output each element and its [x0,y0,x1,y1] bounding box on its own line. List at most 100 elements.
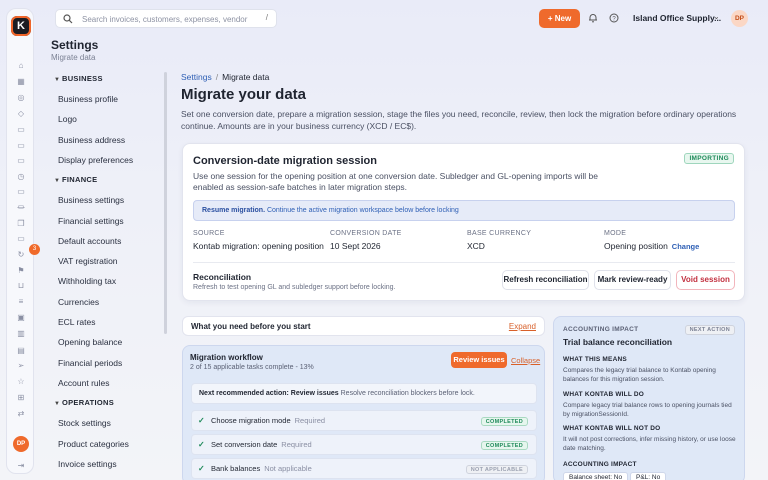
search-bar[interactable]: / [55,9,277,28]
mark-review-ready-button[interactable]: Mark review-ready [594,270,671,290]
means-text: Compares the legacy trial balance to Kon… [563,367,716,383]
breadcrumb: Settings / Migrate data [181,72,270,82]
nav-scrollbar[interactable] [164,72,167,334]
refresh-reconciliation-button[interactable]: Refresh reconciliation [502,270,589,290]
nav-section-label: OPERATIONS [62,398,115,408]
review-issues-button[interactable]: Review issues [451,352,507,368]
document-icon[interactable]: ▭ [16,141,26,151]
home-icon[interactable]: ⌂ [16,61,26,71]
logout-icon[interactable]: ⇥ [16,461,26,471]
document-icon[interactable]: ▭ [16,187,26,197]
task-row[interactable]: ✓ Set conversion date Required COMPLETED [191,434,537,455]
next-action-text: Resolve reconciliation blockers before l… [340,390,475,397]
task-name: Bank balances Not applicable [211,464,312,473]
change-mode-link[interactable]: Change [672,242,700,251]
nav-section-operations[interactable]: ▼ OPERATIONS [54,398,114,407]
list-icon[interactable]: ≡ [16,297,26,307]
settings-title: Settings [51,38,99,52]
breadcrumb-current: Migrate data [222,72,270,82]
task-requirement: Required [281,440,312,449]
flag-icon[interactable]: ⚑ [16,266,26,276]
resume-banner[interactable]: Resume migration. Continue the active mi… [193,200,735,221]
document-icon[interactable]: ▭ [16,156,26,166]
nav-item-financial-settings[interactable]: Financial settings [58,216,124,226]
nav-section-finance[interactable]: ▼ FINANCE [54,175,97,184]
next-action-banner[interactable]: Next recommended action: Review issues R… [191,383,537,404]
search-input[interactable] [82,12,262,26]
copy-icon[interactable]: ❐ [16,219,26,229]
clock-icon[interactable]: ◷ [16,172,26,182]
nav-item-default-accounts[interactable]: Default accounts [58,236,121,246]
task-row[interactable]: ✓ Bank balances Not applicable NOT APPLICAB… [191,458,537,479]
chevron-down-icon: ▼ [54,401,61,408]
impact-label: ACCOUNTING IMPACT [563,326,639,333]
document-icon[interactable]: ▭ [16,234,26,244]
new-button[interactable]: + New [539,9,580,28]
org-switcher[interactable]: Island Office Supply... [633,13,721,23]
help-icon[interactable]: ? [609,13,619,23]
nav-item-financial-periods[interactable]: Financial periods [58,358,122,368]
page-title: Migrate your data [181,86,307,103]
void-session-button[interactable]: Void session [676,270,735,290]
cube-icon[interactable]: ◇ [16,109,26,119]
rail-avatar[interactable]: DP [13,436,29,452]
send-icon[interactable]: ➢ [16,361,26,371]
grid-icon[interactable]: ⊞ [16,393,26,403]
nav-item-display-preferences[interactable]: Display preferences [58,155,133,165]
bell-icon[interactable] [588,13,598,23]
nav-item-ecl-rates[interactable]: ECL rates [58,317,95,327]
will-heading: WHAT KONTAB WILL DO [563,391,645,398]
task-name: Choose migration mode Required [211,416,326,425]
nav-item-opening-balance[interactable]: Opening balance [58,337,122,347]
check-icon: ✓ [198,464,205,473]
document-icon[interactable]: ▭ [16,125,26,135]
task-status-badge: COMPLETED [480,441,528,450]
prerequisites-panel: What you need before you start Expand [182,316,545,336]
chevron-down-icon[interactable]: ⌄ [713,12,720,21]
impact-title: Trial balance reconciliation [563,337,673,347]
mode-label: MODE [604,230,627,237]
chart-icon[interactable]: ▥ [16,329,26,339]
nav-item-business-settings[interactable]: Business settings [58,195,124,205]
nav-item-withholding-tax[interactable]: Withholding tax [58,276,116,286]
nav-item-stock-settings[interactable]: Stock settings [58,418,111,428]
check-icon: ✓ [198,440,205,449]
page-description: Set one conversion date, prepare a migra… [181,109,737,131]
base-currency-value: XCD [467,241,485,251]
means-heading: WHAT THIS MEANS [563,356,627,363]
wont-heading: WHAT KONTAB WILL NOT DO [563,425,661,432]
search-icon [63,14,73,24]
impact-heading: ACCOUNTING IMPACT [563,461,637,468]
session-description: Use one session for the opening position… [193,171,598,192]
globe-icon[interactable]: ◎ [16,93,26,103]
nav-item-business-address[interactable]: Business address [58,135,125,145]
nav-item-vat-registration[interactable]: VAT registration [58,256,118,266]
nav-item-currencies[interactable]: Currencies [58,297,99,307]
nav-item-logo[interactable]: Logo [58,114,77,124]
star-icon[interactable]: ☆ [16,377,26,387]
divider [193,262,735,263]
task-row[interactable]: ✓ Choose migration mode Required COMPLETED [191,410,537,431]
swap-icon[interactable]: ⇄ [16,409,26,419]
conversion-date-label: CONVERSION DATE [330,230,402,237]
refresh-icon[interactable]: ↻ [16,250,26,260]
app-logo[interactable]: K [11,16,31,36]
nav-section-label: FINANCE [62,175,98,185]
user-avatar[interactable]: DP [731,10,748,27]
nav-item-invoice-settings[interactable]: Invoice settings [58,459,117,469]
reconciliation-title: Reconciliation [193,272,252,282]
nav-item-product-categories[interactable]: Product categories [58,439,129,449]
nav-item-business-profile[interactable]: Business profile [58,94,118,104]
cart-icon[interactable]: ⊔ [16,281,26,291]
collapse-link[interactable]: Collapse [511,356,540,365]
chevron-down-icon: ▼ [54,77,61,83]
nav-item-account-rules[interactable]: Account rules [58,378,110,388]
nav-section-business[interactable]: ▼ BUSINESS [54,74,103,83]
expand-link[interactable]: Expand [509,322,536,331]
calculator-icon[interactable]: ▦ [16,77,26,87]
mode-value-text: Opening position [604,241,668,251]
book-icon[interactable]: ▤ [16,346,26,356]
box-icon[interactable]: ▣ [16,313,26,323]
bank-icon[interactable]: ⏛ [16,203,26,213]
breadcrumb-settings[interactable]: Settings [181,72,212,82]
